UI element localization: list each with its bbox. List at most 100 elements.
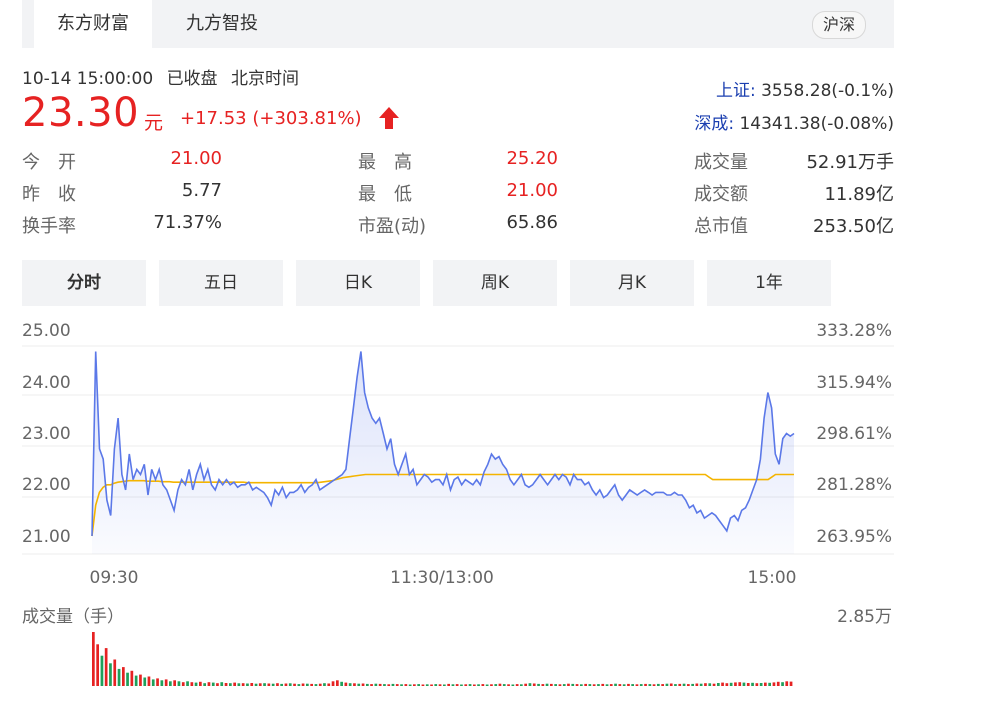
volume-bar (276, 683, 279, 686)
volume-bar (284, 683, 288, 686)
intraday-chart[interactable]: 25.00 24.00 23.00 22.00 21.00 333.28% 315.94% 2… (0, 310, 1000, 698)
volume-bar (584, 683, 587, 686)
period-tab-5day[interactable]: 五日 (159, 260, 283, 306)
volume-bar (764, 682, 767, 686)
volume-bar (627, 683, 630, 686)
volume-bar (759, 683, 763, 686)
volume-bars (92, 632, 793, 686)
period-tab-intraday[interactable]: 分时 (22, 260, 146, 306)
volume-bar (687, 684, 690, 686)
tab-dongfangcaifu[interactable]: 东方财富 (34, 0, 152, 48)
volume-bar (104, 648, 108, 686)
volume-bar (336, 680, 339, 686)
volume-bar (366, 683, 369, 686)
volume-bar (194, 682, 198, 686)
volume-bar (781, 682, 784, 686)
volume-bar (746, 683, 750, 686)
index-value: 14341.38(-0.08%) (739, 114, 894, 134)
index-shenzhen[interactable]: 深成: 14341.38(-0.08%) (694, 109, 894, 134)
volume-bar (348, 683, 352, 686)
quote-time-row: 10-14 15:00:00 已收盘 北京时间 (22, 64, 299, 89)
volume-bar (117, 668, 121, 686)
volume-bar (139, 674, 142, 686)
volume-bar (156, 678, 159, 686)
volume-bar (460, 684, 463, 686)
volume-bar (310, 683, 313, 686)
volume-bar (451, 684, 455, 686)
stat-value: 21.00 (170, 148, 222, 169)
market-toggle-button[interactable]: 沪深 (811, 11, 866, 39)
volume-bar (173, 680, 176, 686)
volume-bar (734, 682, 737, 686)
time-tick-label: 09:30 (90, 568, 139, 588)
volume-bar (288, 683, 292, 686)
volume-bar (490, 684, 493, 686)
volume-bar (216, 683, 219, 686)
volume-bar (233, 682, 236, 686)
volume-bar (712, 683, 716, 686)
volume-bar (468, 684, 472, 686)
stat-market-cap: 总市值 253.50亿 (694, 212, 894, 237)
volume-bar (652, 684, 656, 686)
volume-bar (438, 684, 442, 686)
volume-bar (258, 683, 262, 686)
volume-bar (545, 683, 549, 686)
volume-bar (631, 684, 634, 686)
price-change: +17.53 (+303.81%) (180, 108, 362, 129)
stat-value: 52.91万手 (806, 152, 894, 173)
volume-bar (738, 682, 742, 686)
stat-label: 市盈(动) (358, 216, 427, 237)
volume-bar (571, 683, 575, 686)
period-tab-weekly-k[interactable]: 周K (433, 260, 557, 306)
volume-bar (331, 681, 335, 686)
volume-bar (181, 682, 185, 686)
volume-bar (455, 684, 459, 686)
volume-bar (550, 683, 553, 686)
period-tab-1year[interactable]: 1年 (707, 260, 831, 306)
stat-label: 昨 收 (22, 184, 76, 205)
volume-bar (370, 684, 373, 686)
price-tick-label: 23.00 (22, 424, 71, 444)
volume-bar (498, 683, 502, 686)
volume-bar (134, 675, 138, 686)
volume-bar (323, 683, 326, 686)
period-tab-monthly-k[interactable]: 月K (570, 260, 694, 306)
volume-bar (597, 684, 600, 686)
volume-bar (699, 683, 703, 686)
volume-bar (708, 683, 712, 686)
volume-bar (395, 684, 399, 686)
index-shanghai[interactable]: 上证: 3558.28(-0.1%) (716, 76, 894, 101)
stat-low: 最 低 21.00 (358, 180, 558, 205)
volume-bar (413, 684, 416, 686)
volume-bar (250, 683, 254, 686)
volume-bar (357, 683, 361, 686)
volume-bar (417, 684, 420, 686)
volume-bar (109, 663, 112, 686)
volume-bar (378, 683, 382, 686)
stat-label: 最 低 (358, 184, 412, 205)
volume-bar (224, 683, 228, 686)
volume-bar (434, 684, 438, 686)
change-percent: (+303.81%) (252, 108, 362, 129)
period-tab-daily-k[interactable]: 日K (296, 260, 420, 306)
stat-label: 总市值 (694, 216, 748, 237)
volume-bar (306, 683, 309, 686)
price-tick-label: 22.00 (22, 475, 71, 495)
volume-bar (665, 683, 669, 686)
volume-bar (661, 684, 664, 686)
volume-bar (657, 683, 660, 686)
volume-bar (241, 683, 245, 686)
volume-bar (447, 683, 450, 686)
current-price: 23.30 (22, 90, 140, 136)
market-status: 已收盘 (166, 69, 218, 89)
stat-value: 25.20 (506, 148, 558, 169)
volume-bar (532, 683, 536, 686)
volume-bar (507, 684, 510, 686)
tab-jiufangzhitou[interactable]: 九方智投 (170, 0, 274, 48)
volume-bar (567, 683, 570, 686)
volume-bar (92, 632, 95, 686)
volume-bar (199, 681, 202, 686)
volume-bar (481, 684, 485, 686)
volume-bar (383, 684, 386, 686)
volume-bar (464, 684, 468, 686)
